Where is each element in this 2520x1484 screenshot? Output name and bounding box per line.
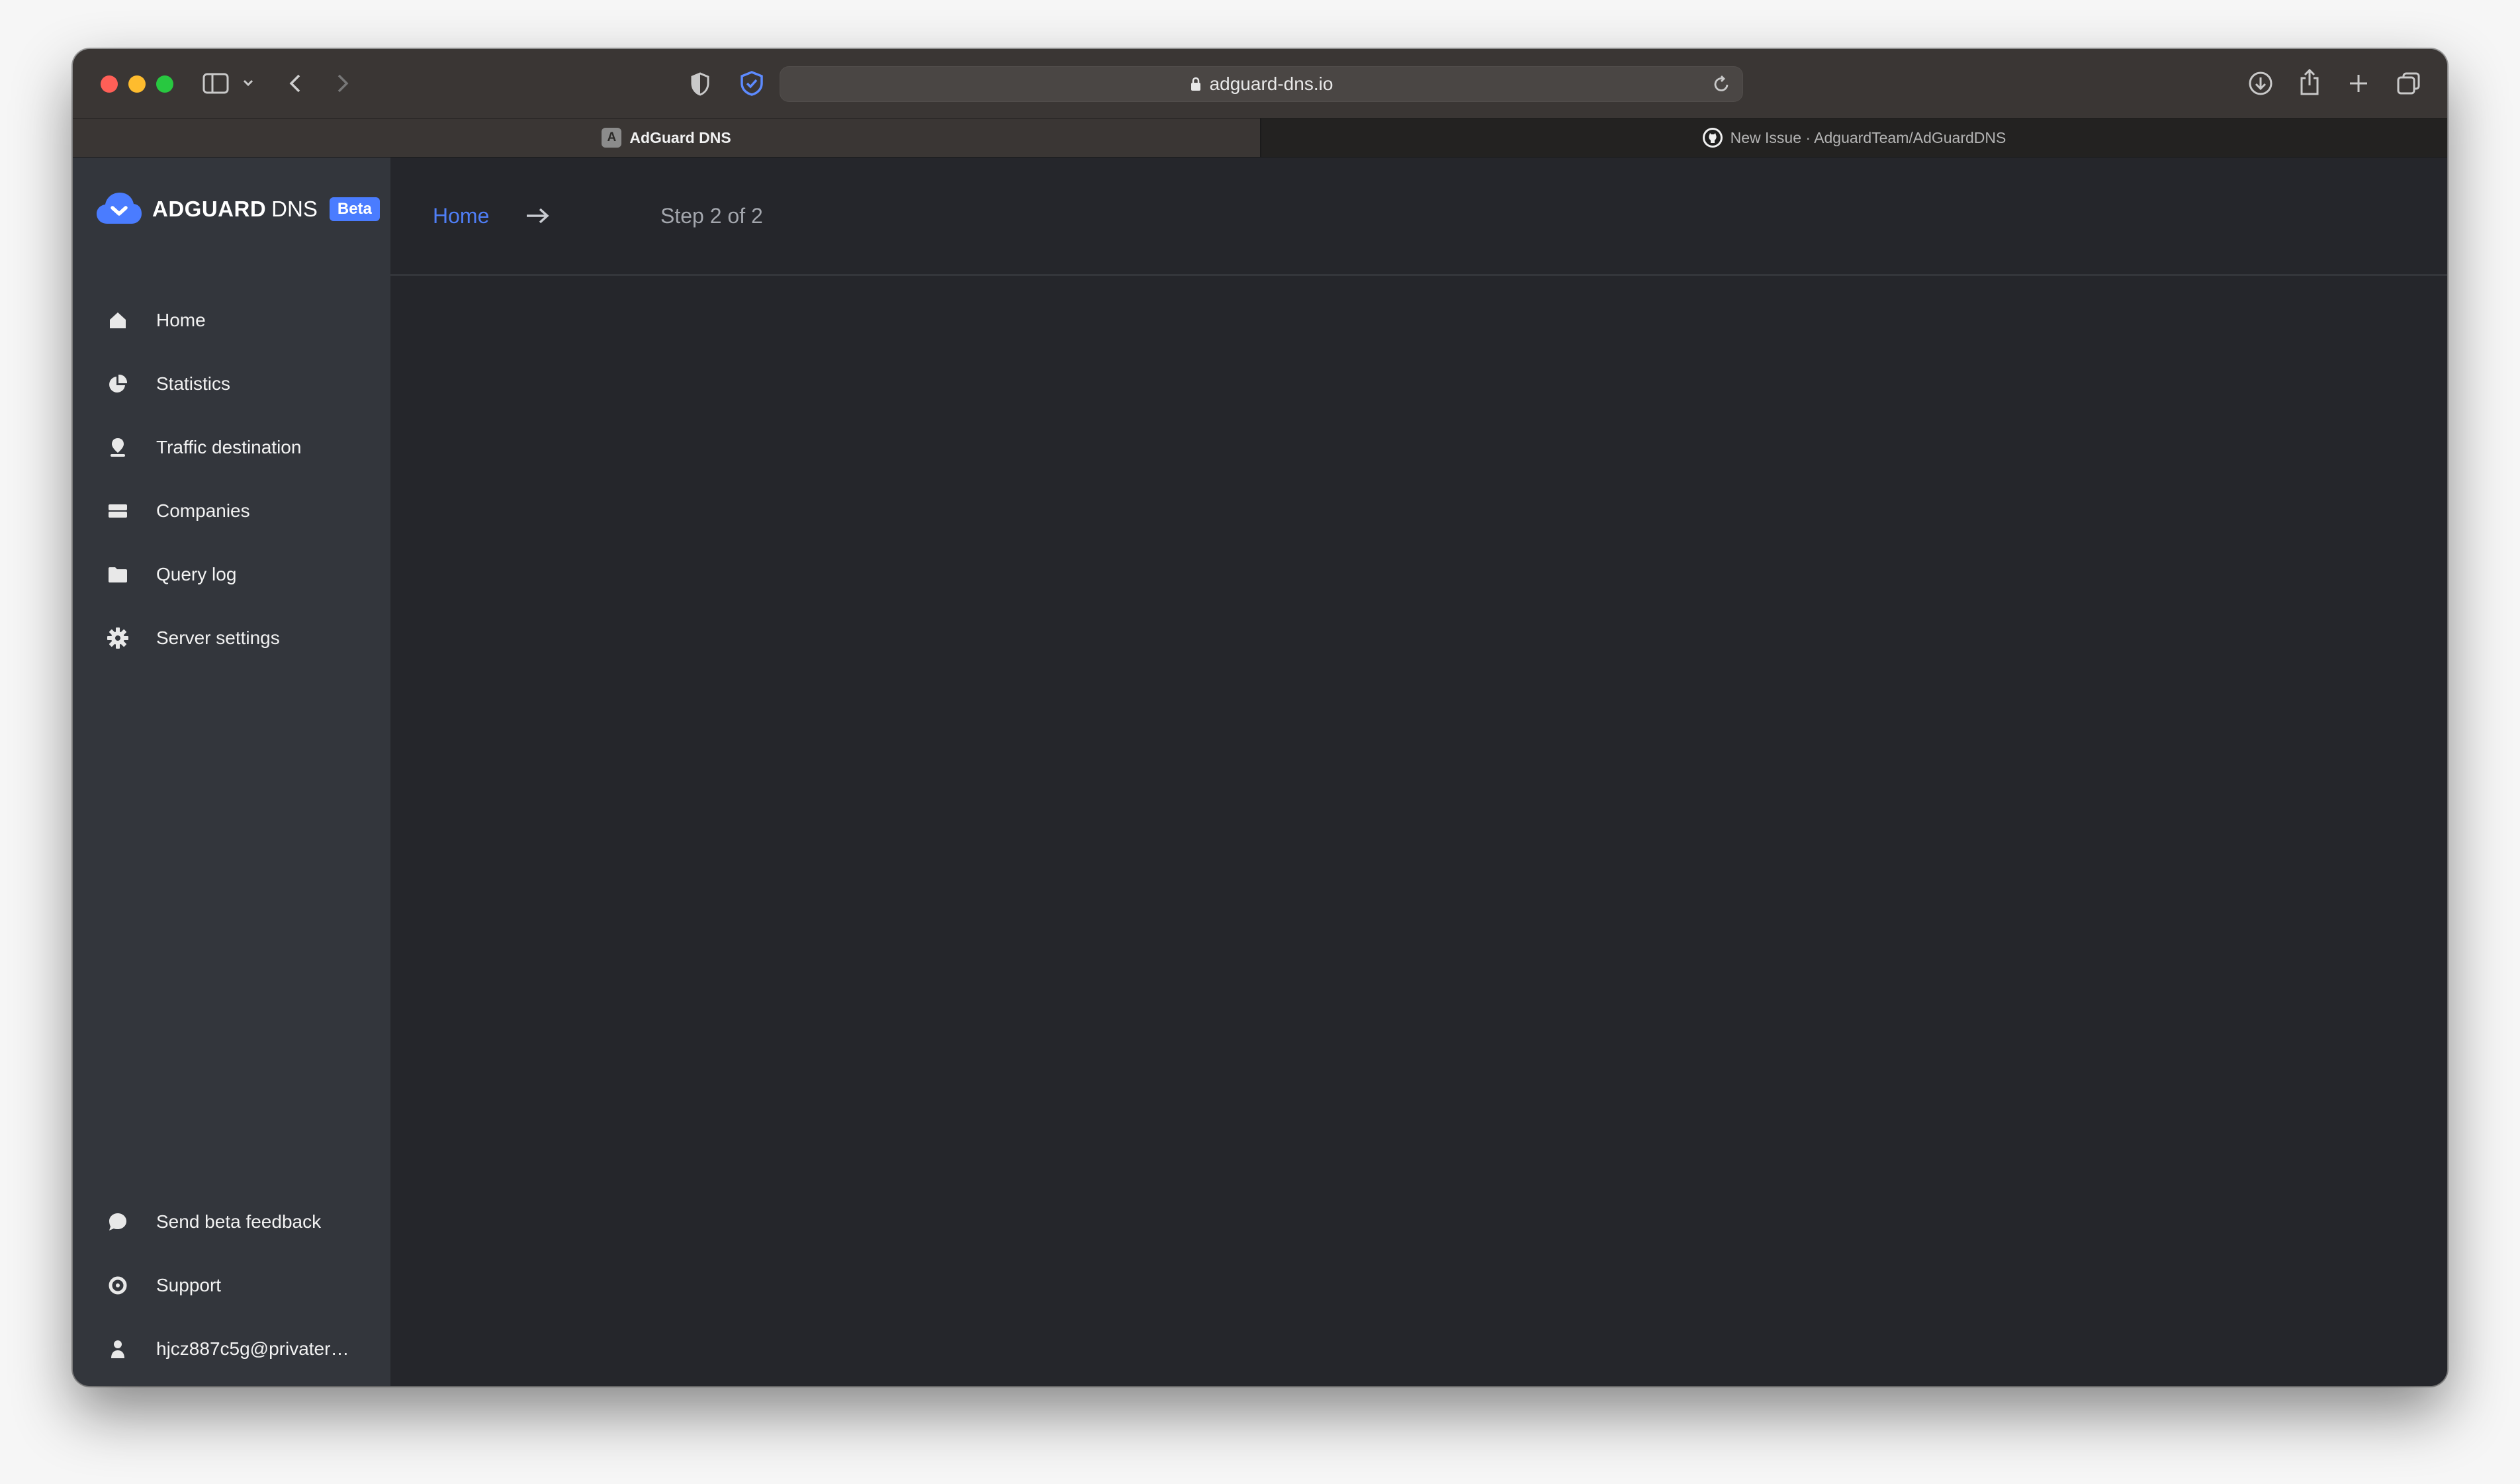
tab-bar: A AdGuard DNS New Issue · AdguardTeam/Ad… xyxy=(73,118,2447,158)
sidebar-item-label: Companies xyxy=(156,500,250,521)
zoom-window-button[interactable] xyxy=(156,75,173,93)
sidebar-item-label: Traffic destination xyxy=(156,437,302,457)
logo[interactable]: ADGUARD DNS Beta xyxy=(95,189,380,229)
adguard-favicon-icon: A xyxy=(602,128,622,148)
sidebar-item-query-log[interactable]: Query log xyxy=(106,555,236,594)
downloads-icon[interactable] xyxy=(2247,70,2274,97)
sidebar: ADGUARD DNS Beta Home Statistics Traffic… xyxy=(73,158,390,1386)
tab-title: AdGuard DNS xyxy=(629,128,731,146)
breadcrumb-home-link[interactable]: Home xyxy=(433,158,489,274)
card-icon xyxy=(106,499,130,523)
address-bar[interactable]: adguard-dns.io xyxy=(780,66,1743,102)
support-icon xyxy=(106,1274,130,1297)
sidebar-item-statistics[interactable]: Statistics xyxy=(106,364,230,404)
adguard-extension-icon[interactable] xyxy=(739,70,765,97)
new-tab-icon[interactable] xyxy=(2347,71,2370,95)
adguard-logo-icon xyxy=(97,193,142,224)
github-favicon-icon xyxy=(1702,128,1723,148)
sidebar-item-label: Statistics xyxy=(156,373,231,394)
privacy-shield-icon[interactable] xyxy=(690,71,711,97)
sidebar-item-server-settings[interactable]: Server settings xyxy=(106,618,280,658)
folder-icon xyxy=(106,563,130,586)
tab-overview-icon[interactable] xyxy=(2396,70,2422,97)
beta-badge: Beta xyxy=(329,197,380,221)
sidebar-item-send-beta-feedback[interactable]: Send beta feedback xyxy=(106,1202,321,1242)
sidebar-item-label: Support xyxy=(156,1275,222,1295)
sidebar-item-companies[interactable]: Companies xyxy=(106,491,250,531)
adguard-dns-app: ADGUARD DNS Beta Home Statistics Traffic… xyxy=(73,158,2447,1386)
chat-bubble-icon xyxy=(106,1210,130,1234)
sidebar-toggle-icon[interactable] xyxy=(202,71,229,95)
page-header: Home Step 2 of 2 xyxy=(390,158,2447,276)
breadcrumb-step: Step 2 of 2 xyxy=(660,203,763,228)
home-icon xyxy=(106,308,130,332)
pie-chart-icon xyxy=(106,372,130,396)
sidebar-item-label: Query log xyxy=(156,564,237,584)
logo-product-text: DNS xyxy=(271,197,318,221)
url-text: adguard-dns.io xyxy=(1209,73,1333,94)
tab-title: New Issue · AdguardTeam/AdGuardDNS xyxy=(1730,128,2006,146)
sidebar-item-support[interactable]: Support xyxy=(106,1266,221,1305)
sidebar-item-traffic-destination[interactable]: Traffic destination xyxy=(106,428,301,467)
user-icon xyxy=(106,1337,130,1361)
close-window-button[interactable] xyxy=(101,75,118,93)
reload-icon[interactable] xyxy=(1713,74,1731,97)
lock-icon xyxy=(1190,77,1202,91)
forward-icon[interactable] xyxy=(334,71,352,95)
browser-toolbar: adguard-dns.io xyxy=(73,49,2447,118)
minimize-window-button[interactable] xyxy=(128,75,146,93)
logo-brand-text: ADGUARD xyxy=(152,197,267,221)
main-content: Home Step 2 of 2 xyxy=(390,158,2447,1386)
map-pin-icon xyxy=(106,436,130,459)
arrow-right-icon xyxy=(524,158,551,274)
sidebar-item-label: Send beta feedback xyxy=(156,1211,322,1232)
sidebar-item-account[interactable]: hjcz887c5g@privater… xyxy=(106,1329,349,1369)
browser-window: adguard-dns.io A AdGuard DNS New Issue ·… xyxy=(73,49,2447,1386)
tab-adguard-dns[interactable]: A AdGuard DNS xyxy=(73,118,1261,157)
share-icon[interactable] xyxy=(2298,68,2321,97)
gear-icon xyxy=(106,626,130,650)
chevron-down-icon[interactable] xyxy=(242,78,254,87)
back-icon[interactable] xyxy=(286,71,304,95)
sidebar-item-home[interactable]: Home xyxy=(106,301,206,340)
account-email: hjcz887c5g@privater… xyxy=(156,1338,349,1359)
tab-github-new-issue[interactable]: New Issue · AdguardTeam/AdGuardDNS xyxy=(1261,118,2447,157)
sidebar-item-label: Server settings xyxy=(156,627,280,648)
sidebar-item-label: Home xyxy=(156,310,206,330)
